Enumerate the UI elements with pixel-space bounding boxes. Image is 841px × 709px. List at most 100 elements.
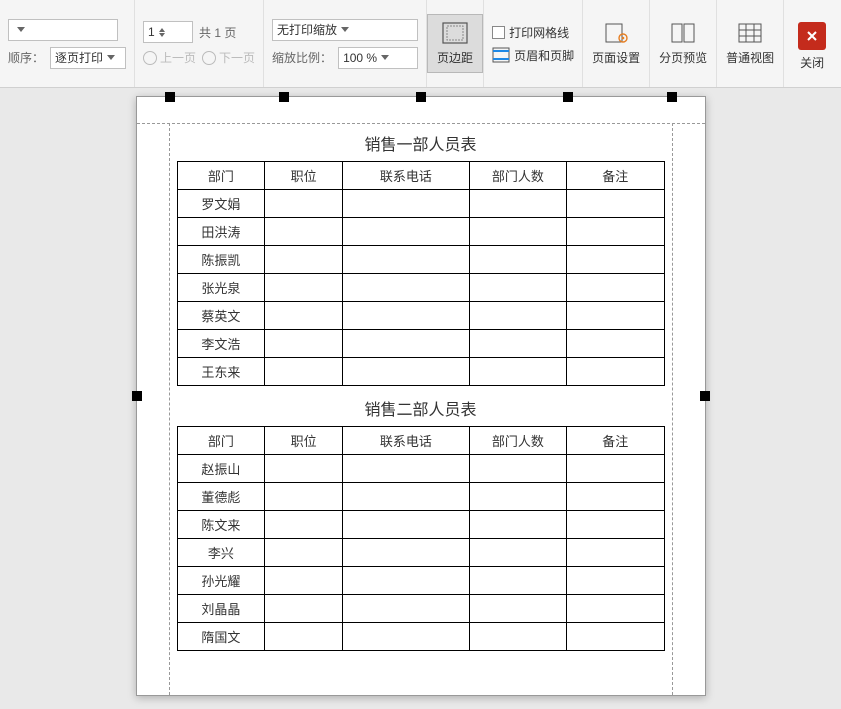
table-row: 田洪涛: [177, 218, 664, 246]
page-number-input[interactable]: 1: [143, 21, 193, 43]
table-row: 刘晶晶: [177, 595, 664, 623]
print-gridlines-checkbox[interactable]: 打印网格线: [492, 24, 574, 41]
close-button[interactable]: 关闭: [784, 9, 840, 78]
table-row: 孙光耀: [177, 567, 664, 595]
close-icon: [798, 22, 826, 50]
normal-view-group: 普通视图: [717, 0, 784, 87]
column-header: 备注: [567, 427, 664, 455]
margin-handle[interactable]: [165, 92, 175, 102]
prev-page-button[interactable]: 上一页: [143, 49, 196, 66]
section-title: 销售二部人员表: [177, 396, 665, 420]
table-row: 李兴: [177, 539, 664, 567]
next-page-button[interactable]: 下一页: [202, 49, 255, 66]
table-cell: 田洪涛: [177, 218, 265, 246]
zoom-group: 无打印缩放 缩放比例： 100 %: [264, 0, 427, 87]
page-setup-button[interactable]: 页面设置: [583, 14, 649, 73]
column-header: 备注: [567, 162, 664, 190]
page-setup-icon: [602, 21, 630, 45]
table-cell: [265, 483, 343, 511]
table-cell: [469, 623, 566, 651]
table-cell: [343, 567, 470, 595]
column-header: 部门人数: [469, 162, 566, 190]
table-cell: 罗文娟: [177, 190, 265, 218]
table-cell: [567, 567, 664, 595]
table-cell: [265, 330, 343, 358]
table-cell: [343, 246, 470, 274]
print-preview-toolbar: 顺序： 逐页打印 1 共 1 页 上一页: [0, 0, 841, 88]
table-cell: [469, 595, 566, 623]
margins-button[interactable]: 页边距: [427, 14, 483, 73]
data-table: 部门职位联系电话部门人数备注赵振山董德彪陈文来李兴孙光耀刘晶晶隋国文: [177, 426, 665, 651]
margin-handle[interactable]: [563, 92, 573, 102]
table-cell: [567, 330, 664, 358]
unnamed-dropdown-1[interactable]: [8, 19, 118, 41]
column-header: 部门: [177, 162, 265, 190]
table-cell: [265, 190, 343, 218]
page-wrapper: 销售一部人员表部门职位联系电话部门人数备注罗文娟田洪涛陈振凯张光泉蔡英文李文浩王…: [136, 96, 706, 709]
column-header: 职位: [265, 427, 343, 455]
table-cell: [567, 455, 664, 483]
table-cell: [469, 539, 566, 567]
table-cell: [343, 483, 470, 511]
table-cell: 孙光耀: [177, 567, 265, 595]
column-header: 联系电话: [343, 162, 470, 190]
spinner-up-icon[interactable]: [159, 28, 165, 32]
table-cell: [265, 358, 343, 386]
table-cell: 李文浩: [177, 330, 265, 358]
table-cell: 陈文来: [177, 511, 265, 539]
table-cell: 李兴: [177, 539, 265, 567]
page-preview[interactable]: 销售一部人员表部门职位联系电话部门人数备注罗文娟田洪涛陈振凯张光泉蔡英文李文浩王…: [136, 96, 706, 696]
close-group: 关闭: [784, 0, 840, 87]
margin-handle[interactable]: [279, 92, 289, 102]
table-cell: [469, 218, 566, 246]
scale-mode-value: 无打印缩放: [277, 21, 337, 38]
table-cell: [265, 595, 343, 623]
normal-view-button[interactable]: 普通视图: [717, 14, 783, 73]
table-cell: [567, 623, 664, 651]
order-label: 顺序：: [8, 49, 44, 66]
order-group: 顺序： 逐页打印: [0, 0, 135, 87]
margin-handle[interactable]: [667, 92, 677, 102]
table-cell: [567, 274, 664, 302]
header-footer-button[interactable]: 页眉和页脚: [492, 47, 574, 64]
page-break-preview-button[interactable]: 分页预览: [650, 14, 716, 73]
table-row: 罗文娟: [177, 190, 664, 218]
page-total-label: 共 1 页: [199, 24, 236, 41]
spinner-down-icon[interactable]: [159, 33, 165, 37]
column-header: 联系电话: [343, 427, 470, 455]
table-cell: [265, 511, 343, 539]
table-cell: 王东来: [177, 358, 265, 386]
table-cell: [469, 567, 566, 595]
page-break-group: 分页预览: [650, 0, 717, 87]
table-cell: [343, 274, 470, 302]
table-cell: [265, 218, 343, 246]
margin-handle[interactable]: [132, 391, 142, 401]
scale-mode-dropdown[interactable]: 无打印缩放: [272, 19, 418, 41]
margin-handle[interactable]: [700, 391, 710, 401]
table-row: 赵振山: [177, 455, 664, 483]
chevron-down-icon: [107, 55, 115, 60]
table-cell: [469, 483, 566, 511]
page-setup-group: 页面设置: [583, 0, 650, 87]
margins-icon: [441, 21, 469, 45]
zoom-value-dropdown[interactable]: 100 %: [338, 47, 418, 69]
table-cell: [343, 302, 470, 330]
table-cell: [265, 623, 343, 651]
table-cell: [567, 595, 664, 623]
table-cell: [265, 274, 343, 302]
table-row: 董德彪: [177, 483, 664, 511]
arrow-left-icon: [143, 51, 157, 65]
table-cell: [343, 330, 470, 358]
table-cell: [469, 190, 566, 218]
print-order-value: 逐页打印: [55, 49, 103, 66]
table-cell: 董德彪: [177, 483, 265, 511]
chevron-down-icon: [17, 27, 25, 32]
table-cell: 赵振山: [177, 455, 265, 483]
zoom-label: 缩放比例：: [272, 49, 332, 66]
chevron-down-icon: [341, 27, 349, 32]
margin-handle[interactable]: [416, 92, 426, 102]
print-order-dropdown[interactable]: 逐页打印: [50, 47, 126, 69]
grid-icon: [736, 21, 764, 45]
table-row: 张光泉: [177, 274, 664, 302]
table-row: 陈振凯: [177, 246, 664, 274]
